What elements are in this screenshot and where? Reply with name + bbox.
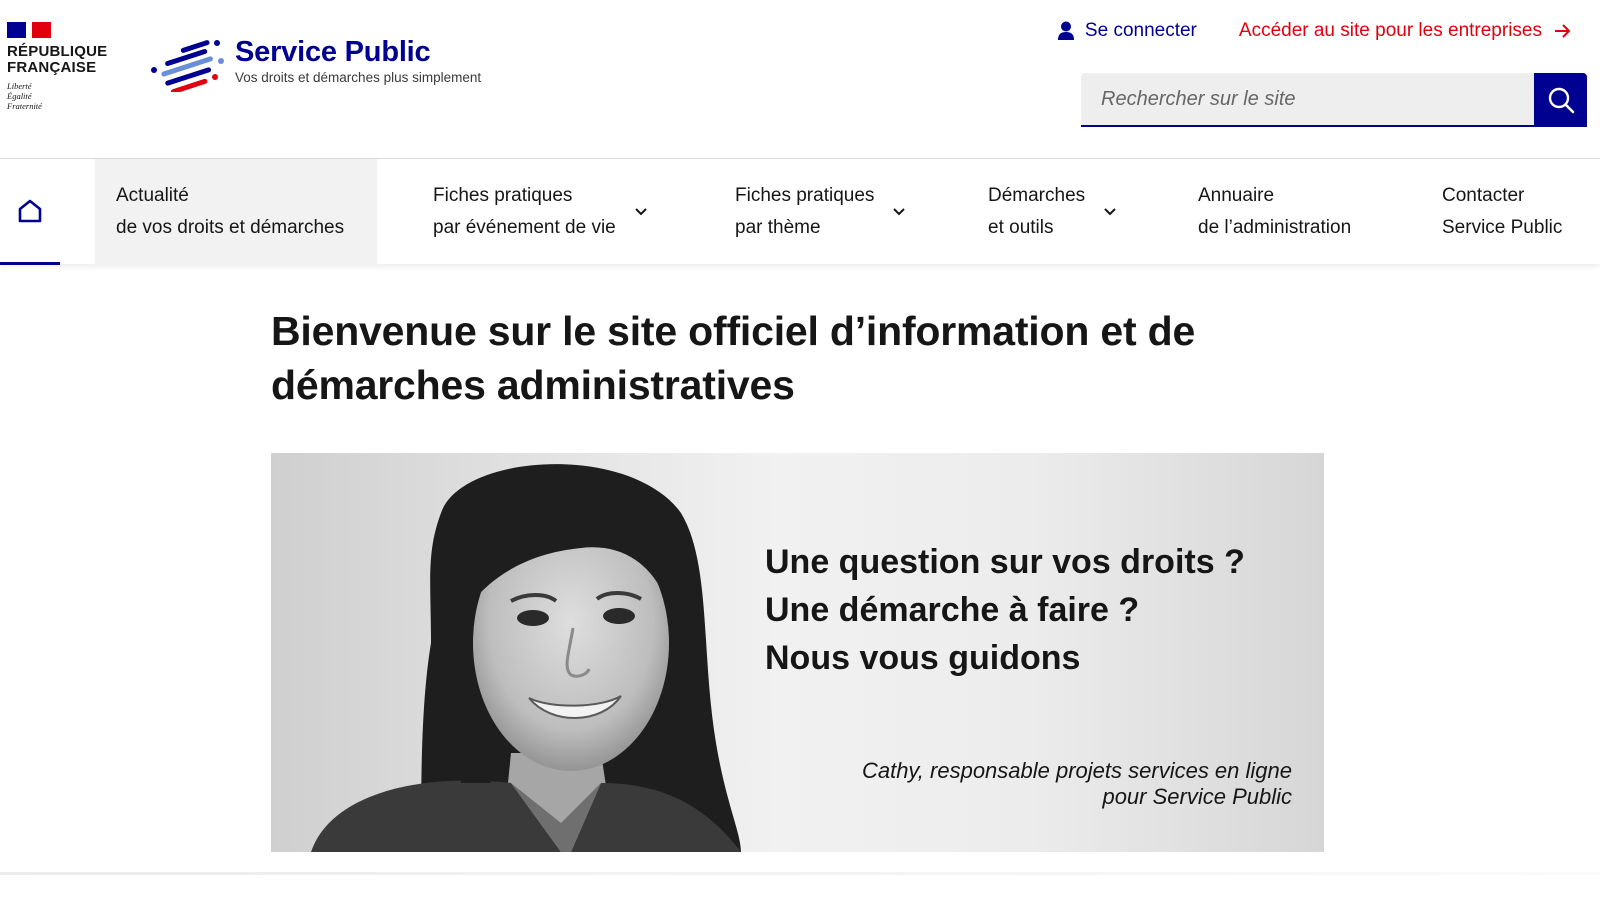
arrow-right-icon — [1555, 24, 1571, 38]
login-label: Se connecter — [1084, 20, 1197, 41]
site-tagline: Vos droits et démarches plus simplement — [235, 70, 482, 85]
chevron-down-icon — [634, 207, 648, 217]
site-search — [1081, 73, 1587, 127]
marianne-flag-icon — [7, 22, 51, 38]
hero-caption-line1: Cathy, responsable projets services en l… — [861, 758, 1292, 783]
site-header: RÉPUBLIQUE FRANÇAISE Liberté Égalité Fra… — [0, 0, 1600, 158]
main-navigation: Actualité de vos droits et démarches Fic… — [0, 158, 1600, 265]
motto-fraternite: Fraternité — [7, 101, 42, 111]
page-title-line1: Bienvenue sur le site officiel d’informa… — [271, 308, 1196, 354]
nav-item-line2: Service Public — [1442, 217, 1563, 238]
search-input[interactable] — [1081, 73, 1534, 127]
site-title: Service Public — [235, 36, 431, 68]
page-title-line2: démarches administratives — [271, 362, 795, 408]
hero-line-2: Une démarche à faire ? — [765, 591, 1140, 629]
nav-item-line2: de vos droits et démarches — [116, 217, 345, 238]
header-tools: Se connecter Accéder au site pour les en… — [1057, 20, 1572, 42]
hero-caption: Cathy, responsable projets services en l… — [862, 758, 1292, 810]
republique-francaise-logo[interactable]: RÉPUBLIQUE FRANÇAISE Liberté Égalité Fra… — [7, 22, 127, 111]
nav-item-annuaire[interactable]: Annuaire de l’administration — [1198, 159, 1351, 265]
hero-caption-line2: pour Service Public — [1102, 784, 1292, 809]
republic-motto: Liberté Égalité Fraternité — [7, 81, 127, 111]
nav-item-line1: Fiches pratiques — [735, 185, 875, 206]
enterprise-site-link[interactable]: Accéder au site pour les entreprises — [1239, 20, 1572, 42]
search-icon — [1548, 87, 1574, 114]
service-public-title-block[interactable]: Service Public Vos droits et démarches p… — [235, 36, 481, 85]
nav-item-fiches-theme[interactable]: Fiches pratiques par thème — [735, 159, 906, 265]
login-link[interactable]: Se connecter — [1057, 20, 1197, 42]
service-public-logo-icon[interactable] — [150, 40, 224, 92]
nav-item-contacter[interactable]: Contacter Service Public — [1442, 159, 1562, 265]
search-button[interactable] — [1534, 73, 1587, 127]
chevron-down-icon — [892, 207, 906, 217]
nav-item-actualite[interactable]: Actualité de vos droits et démarches — [95, 159, 377, 265]
nav-item-line2: de l’administration — [1198, 217, 1352, 238]
chevron-down-icon — [1103, 207, 1117, 217]
nav-item-line2: par événement de vie — [433, 217, 616, 238]
page-title: Bienvenue sur le site officiel d’informa… — [271, 304, 1371, 412]
user-icon — [1057, 21, 1074, 40]
motto-egalite: Égalité — [7, 91, 32, 101]
hero-banner: Une question sur vos droits ? Une démarc… — [271, 453, 1324, 852]
republic-name-line1: RÉPUBLIQUE — [7, 43, 108, 60]
nav-item-line1: Annuaire — [1198, 185, 1275, 206]
motto-liberte: Liberté — [7, 81, 32, 91]
hero-line-3: Nous vous guidons — [765, 639, 1081, 677]
nav-item-line1: Fiches pratiques — [433, 185, 573, 206]
nav-item-line2: et outils — [988, 217, 1054, 238]
enterprise-link-label: Accéder au site pour les entreprises — [1238, 20, 1542, 41]
hero-line-1: Une question sur vos droits ? — [765, 543, 1245, 581]
nav-item-line1: Démarches — [988, 185, 1086, 206]
home-icon — [18, 199, 42, 222]
nav-item-demarches[interactable]: Démarches et outils — [988, 159, 1117, 265]
nav-item-fiches-evenement[interactable]: Fiches pratiques par événement de vie — [433, 159, 648, 265]
section-divider — [0, 872, 1600, 875]
republic-name-line2: FRANÇAISE — [7, 59, 97, 76]
nav-home[interactable] — [0, 159, 60, 265]
nav-item-line1: Actualité — [116, 185, 189, 206]
nav-item-line2: par thème — [735, 217, 821, 238]
hero-message: Une question sur vos droits ? Une démarc… — [765, 538, 1245, 682]
nav-item-line1: Contacter — [1442, 185, 1525, 206]
